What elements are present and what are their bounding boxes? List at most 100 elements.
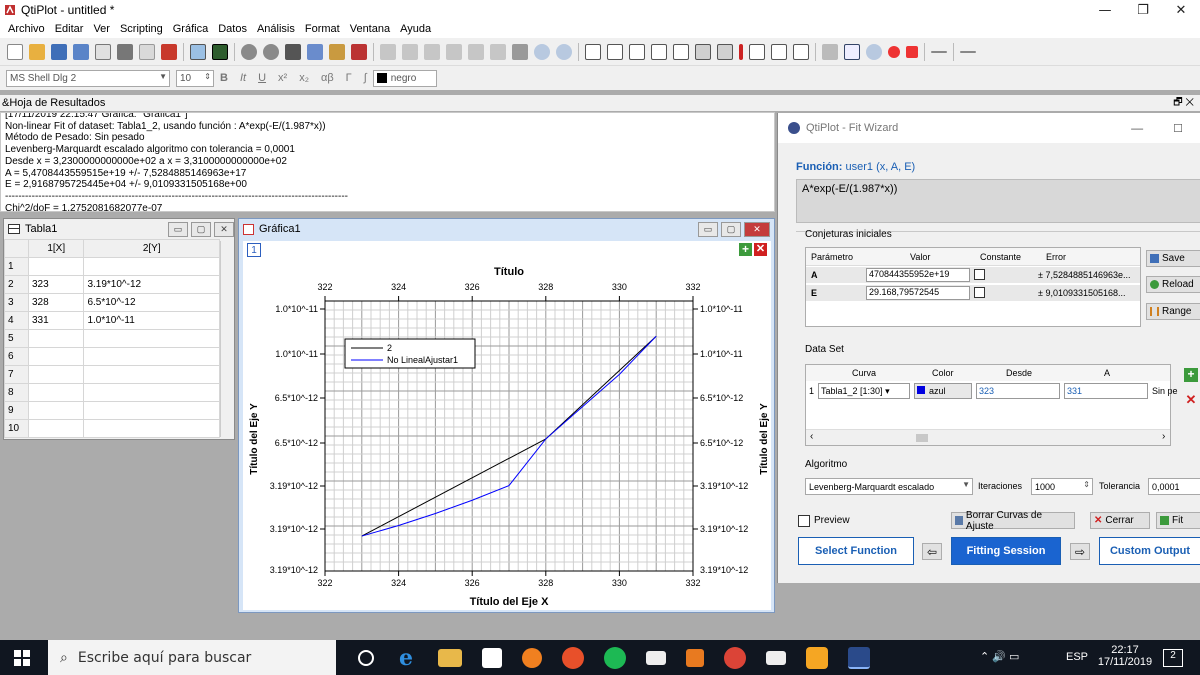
error-bars-icon[interactable] <box>739 43 743 60</box>
reload-params-button[interactable]: Reload <box>1146 276 1200 293</box>
select-function-button[interactable]: Select Function <box>798 537 914 565</box>
cell-x[interactable] <box>27 383 85 402</box>
cell-x[interactable] <box>27 365 85 384</box>
chrome-icon[interactable] <box>724 646 746 669</box>
a-input[interactable]: 331 <box>1064 383 1148 399</box>
scroll-thumb[interactable] <box>916 434 928 442</box>
maximize-button[interactable]: ☐ <box>1173 122 1183 135</box>
new-table-icon[interactable] <box>7 43 23 60</box>
cortana-icon[interactable] <box>358 649 374 666</box>
layer-grid-icon[interactable] <box>673 43 689 60</box>
cell-y[interactable] <box>83 383 220 402</box>
axis-alt-icon[interactable] <box>629 43 645 60</box>
horizontal-scrollbar[interactable]: ‹ › <box>806 429 1170 445</box>
iteraciones-spinbox[interactable]: 1000 ⇕ <box>1031 478 1093 495</box>
menu-editar[interactable]: Editar <box>51 23 90 35</box>
add-dataset-plus-icon[interactable]: + <box>1184 368 1198 382</box>
dock-float-icon[interactable]: 🗗 ✕ <box>1173 95 1194 112</box>
dataset-table[interactable]: Curva Color Desde A 1 Tabla1_2 [1:30] ▾ … <box>805 364 1178 446</box>
arrange-layers-icon[interactable] <box>651 43 667 60</box>
firefox-icon[interactable] <box>562 646 584 669</box>
underline-button[interactable]: U <box>258 72 266 84</box>
app-orange-icon[interactable] <box>522 647 542 668</box>
plot-area[interactable]: 1 + ✕ Título Título del Eje X Título del… <box>243 241 771 610</box>
cell-y[interactable] <box>83 257 220 276</box>
menu-ayuda[interactable]: Ayuda <box>396 23 437 35</box>
tolerancia-spinbox[interactable]: 0,0001 <box>1148 478 1200 495</box>
superscript-button[interactable]: x² <box>278 72 287 84</box>
algoritmo-select[interactable]: Levenberg-Marquardt escalado ▼ <box>805 478 973 495</box>
mail-icon[interactable] <box>766 650 786 665</box>
new-matrix-icon[interactable] <box>212 43 228 60</box>
table-window-titlebar[interactable]: Tabla1 ▭ ▢ ✕ <box>4 219 234 239</box>
menu-grafica[interactable]: Gráfica <box>169 23 214 35</box>
taskbar-search-box[interactable]: ⌕ Escribe aquí para buscar <box>48 640 336 675</box>
menu-analisis[interactable]: Análisis <box>253 23 301 35</box>
scroll-left-icon[interactable]: ‹ <box>810 431 813 442</box>
file-explorer-icon[interactable] <box>438 648 462 667</box>
menu-ver[interactable]: Ver <box>89 23 116 35</box>
layout-icon[interactable] <box>717 43 733 60</box>
add-text-icon[interactable] <box>749 43 765 60</box>
cut-icon[interactable] <box>285 43 301 60</box>
paste-icon[interactable] <box>329 43 345 60</box>
curva-select[interactable]: Tabla1_2 [1:30] ▾ <box>818 383 910 399</box>
cell-x[interactable] <box>27 419 85 438</box>
table-icon[interactable] <box>424 43 440 60</box>
scroll-right-icon[interactable]: › <box>1162 431 1165 442</box>
save-as-icon[interactable] <box>73 43 89 60</box>
mail-stack-icon[interactable] <box>646 650 666 665</box>
add-formula-icon[interactable] <box>771 43 787 60</box>
windows-start-icon[interactable] <box>14 650 30 666</box>
minimize-button[interactable]: ▭ <box>698 221 718 237</box>
drag-icon[interactable] <box>822 43 838 60</box>
list-icon[interactable] <box>446 43 462 60</box>
outdent-icon[interactable] <box>490 43 506 60</box>
preview-checkbox[interactable] <box>798 515 810 527</box>
constante-checkbox[interactable] <box>974 287 985 298</box>
cell-y[interactable]: 1.0*10^-11 <box>83 311 220 330</box>
cell-y[interactable] <box>83 419 220 438</box>
color-select[interactable]: negro <box>372 69 437 87</box>
cell-x[interactable]: 331 <box>27 311 85 330</box>
app-gear-icon[interactable] <box>806 646 828 669</box>
undo-icon[interactable] <box>241 43 257 60</box>
formula-box[interactable]: A*exp(-E/(1.987*x)) <box>796 179 1200 223</box>
close-button[interactable]: ✕ <box>214 221 234 237</box>
back-arrow-icon[interactable]: ⇦ <box>922 543 942 560</box>
binoculars-icon[interactable] <box>512 43 528 60</box>
system-tray-icons[interactable]: ⌃ 🔊 ▭ <box>980 650 1019 663</box>
cell-y[interactable]: 6.5*10^-12 <box>83 293 220 312</box>
params-table[interactable]: Parámetro Valor Constante Error A 470844… <box>805 247 1141 327</box>
color-select[interactable]: azul <box>914 383 972 399</box>
add-layer-icon[interactable] <box>585 43 601 60</box>
redo-icon[interactable] <box>263 43 279 60</box>
cell-x[interactable] <box>27 401 85 420</box>
legend-icon[interactable] <box>695 43 711 60</box>
weight-select[interactable]: Sin pe <box>1152 386 1178 396</box>
cell-x[interactable]: 328 <box>27 293 85 312</box>
graph-window[interactable]: Gráfica1 ▭ ▢ ✕ 1 + ✕ Título Título del E… <box>238 218 775 613</box>
integral-icon[interactable]: ∫ <box>364 72 367 84</box>
constante-checkbox[interactable] <box>974 269 985 280</box>
menu-archivo[interactable]: Archivo <box>4 23 51 35</box>
table-window[interactable]: Tabla1 ▭ ▢ ✕ 1[X] 2[Y] 1 2 323 3.19*10^-12… <box>3 218 235 440</box>
menu-ventana[interactable]: Ventana <box>346 23 396 35</box>
minimize-button[interactable]: — <box>1131 121 1143 135</box>
menu-datos[interactable]: Datos <box>214 23 253 35</box>
media-player-icon[interactable] <box>686 648 704 667</box>
cell-x[interactable]: 323 <box>27 275 85 294</box>
draw-line-icon[interactable] <box>931 50 947 53</box>
menu-format[interactable]: Format <box>301 23 346 35</box>
axis-icon[interactable] <box>607 43 623 60</box>
cell-y[interactable] <box>83 401 220 420</box>
pointer-icon[interactable] <box>844 43 860 60</box>
custom-output-button[interactable]: Custom Output <box>1099 537 1200 565</box>
cell-y[interactable] <box>83 365 220 384</box>
minimize-button[interactable]: ▭ <box>168 221 188 237</box>
copy-icon[interactable] <box>307 43 323 60</box>
import-icon[interactable] <box>95 43 111 60</box>
qtiplot-taskbar-icon[interactable] <box>848 646 870 669</box>
print-preview-icon[interactable] <box>139 43 155 60</box>
cerrar-button[interactable]: ✕ Cerrar <box>1090 512 1150 529</box>
